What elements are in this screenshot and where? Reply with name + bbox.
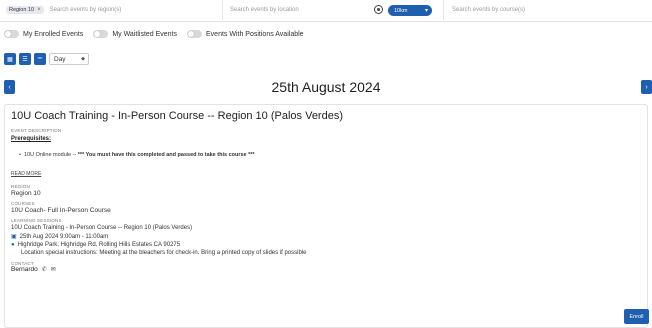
region-filter[interactable]: Region 10 × Search events by region(s) — [6, 3, 121, 17]
date-heading: 25th August 2024 — [271, 79, 381, 95]
event-toggles: My Enrolled Events My Waitlisted Events … — [4, 30, 304, 38]
chevron-down-icon: ◆ — [81, 56, 85, 62]
compact-view-button[interactable]: ═ — [34, 53, 46, 65]
calendar-view-button[interactable]: ▦ — [4, 53, 16, 65]
toggle-enrolled[interactable]: My Enrolled Events — [4, 30, 83, 38]
list-view-button[interactable]: ☰ — [19, 53, 31, 65]
distance-value: 10km — [394, 7, 408, 14]
view-mode-select[interactable]: Day ◆ — [49, 53, 89, 65]
region-value: Region 10 — [11, 190, 41, 197]
toggle-label: My Waitlisted Events — [112, 30, 178, 38]
map-pin-icon: ● — [11, 242, 15, 248]
contact-name: Bernardo — [11, 266, 38, 273]
prerequisite-note: *** You must have this completed and pas… — [77, 152, 255, 158]
courses-label: COURSES — [11, 201, 35, 206]
toggle-label: Events With Positions Available — [206, 30, 304, 38]
distance-select[interactable]: 10km ▾ — [388, 5, 432, 16]
event-card: 10U Coach Training - In-Person Course --… — [4, 104, 648, 328]
course-search-input[interactable]: Search events by course(s) — [452, 3, 525, 17]
mail-icon[interactable]: ✉ — [51, 266, 56, 273]
enroll-button[interactable]: Enroll — [624, 309, 649, 324]
session-location-row: ● Highridge Park, Highridge Rd, Rolling … — [11, 242, 641, 248]
course-value: 10U Coach- Full In-Person Course — [11, 207, 111, 214]
event-title: 10U Coach Training - In-Person Course --… — [11, 110, 343, 122]
toggle-switch[interactable] — [4, 30, 19, 38]
remove-chip-icon[interactable]: × — [37, 7, 41, 13]
prerequisites-heading: Prerequisites: — [11, 136, 52, 142]
view-controls: ▦ ☰ ═ Day ◆ — [4, 53, 89, 65]
toggle-switch[interactable] — [93, 30, 109, 38]
region-label: REGION — [11, 184, 30, 189]
region-chip-label: Region 10 — [9, 7, 35, 13]
chevron-down-icon: ▾ — [424, 8, 428, 14]
prerequisite-item: • 10U Online module -- *** You must have… — [19, 152, 255, 158]
divider — [222, 0, 223, 20]
toggle-switch[interactable] — [187, 30, 203, 38]
calendar-icon: ▣ — [11, 234, 17, 240]
region-chip: Region 10 × — [6, 6, 44, 14]
phone-icon[interactable]: ✆ — [42, 266, 47, 273]
contact-row: Bernardo ✆ ✉ — [11, 266, 641, 273]
toggle-waitlisted[interactable]: My Waitlisted Events — [93, 30, 177, 38]
next-day-button[interactable]: › — [641, 80, 652, 94]
read-more-link[interactable]: READ MORE — [11, 171, 641, 177]
location-search-input[interactable]: Search events by location — [230, 3, 299, 17]
view-mode-value: Day — [54, 55, 66, 63]
description-label: EVENT DESCRIPTION — [11, 128, 62, 133]
session-title: 10U Coach Training - In-Person Course --… — [11, 225, 193, 231]
session-location: Highridge Park, Highridge Rd, Rolling Hi… — [17, 242, 181, 248]
session-datetime: 25th Aug 2024 9:00am - 11:00am — [19, 233, 109, 240]
toggle-label: My Enrolled Events — [23, 30, 84, 38]
filter-bar: Region 10 × Search events by region(s) S… — [0, 0, 652, 22]
sessions-label: LEARNING SESSIONS — [11, 218, 62, 223]
location-target-icon[interactable] — [374, 5, 383, 14]
toggle-positions[interactable]: Events With Positions Available — [187, 30, 304, 38]
session-notes: Location special instructions: Meeting a… — [21, 250, 307, 256]
prerequisite-text: 10U Online module -- — [23, 152, 77, 158]
divider — [443, 0, 444, 20]
session-datetime-row: ▣ 25th Aug 2024 9:00am - 11:00am — [11, 233, 641, 241]
region-search-input[interactable]: Search events by region(s) — [50, 7, 122, 13]
